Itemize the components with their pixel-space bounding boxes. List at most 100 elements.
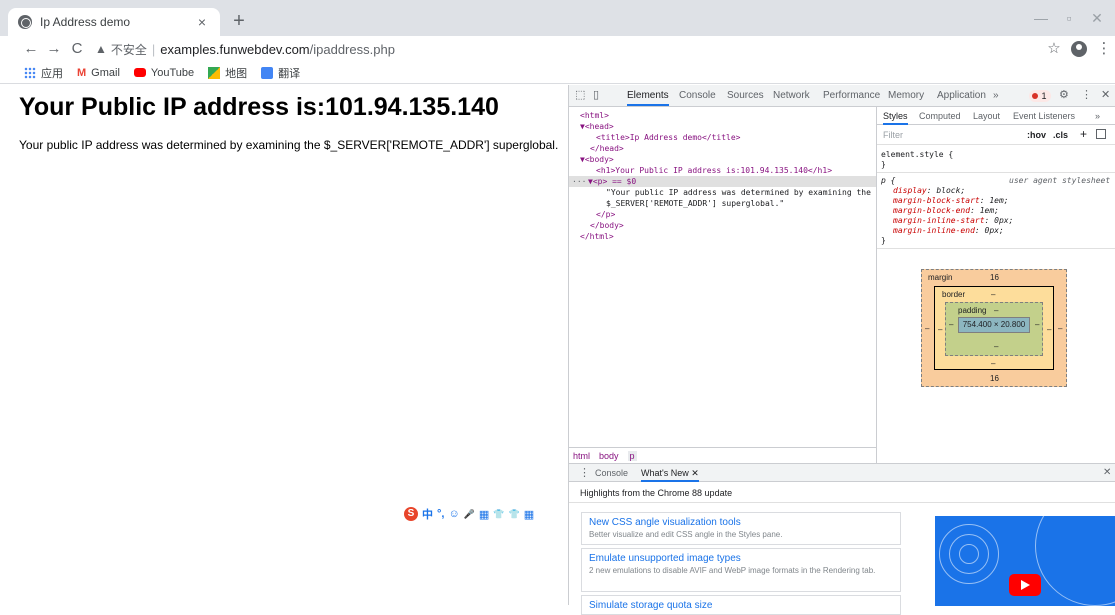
ime-toolbox-icon[interactable]: ▦ xyxy=(524,508,534,521)
margin-left-value[interactable]: – xyxy=(925,324,929,333)
ime-punct-icon[interactable]: °, xyxy=(437,508,444,520)
ime-skin-icon[interactable]: 👕 xyxy=(509,509,520,520)
tab-memory[interactable]: Memory xyxy=(888,85,924,106)
cls-toggle[interactable]: .cls xyxy=(1053,130,1068,140)
rule-selector[interactable]: p { xyxy=(881,176,895,186)
bookmark-star-icon[interactable]: ☆ xyxy=(1043,38,1065,60)
tab-event-listeners[interactable]: Event Listeners xyxy=(1013,109,1075,125)
dom-text-node[interactable]: $_SERVER['REMOTE_ADDR'] superglobal." xyxy=(606,198,784,209)
css-declaration[interactable]: margin-block-end: 1em; xyxy=(893,206,999,216)
browser-tab[interactable]: Ip Address demo × xyxy=(8,8,220,36)
feature-card[interactable]: Emulate unsupported image types 2 new em… xyxy=(581,548,901,592)
dom-text-node[interactable]: "Your public IP address was determined b… xyxy=(606,187,871,198)
dom-node[interactable]: </body> xyxy=(590,220,624,231)
more-styles-tabs-icon[interactable]: » xyxy=(1095,109,1100,125)
styles-filter-input[interactable]: Filter xyxy=(883,130,903,140)
drawer-tab-console[interactable]: Console xyxy=(595,464,628,482)
css-declaration[interactable]: margin-inline-start: 0px; xyxy=(893,216,1013,226)
error-count-badge[interactable]: 1 xyxy=(1029,90,1051,102)
margin-right-value[interactable]: – xyxy=(1058,324,1062,333)
close-drawer-icon[interactable]: ✕ xyxy=(1103,464,1111,482)
ime-mic-icon[interactable]: 🎤 xyxy=(464,509,475,520)
dom-node[interactable]: <html> xyxy=(580,110,609,121)
minimize-icon[interactable]: — xyxy=(1027,8,1055,28)
inspect-element-icon[interactable]: ⬚ xyxy=(575,85,585,106)
close-whats-new-icon[interactable]: ✕ xyxy=(691,468,699,478)
tab-network[interactable]: Network xyxy=(773,85,810,106)
feature-card[interactable]: New CSS angle visualization tools Better… xyxy=(581,512,901,545)
tab-layout[interactable]: Layout xyxy=(973,109,1000,125)
dom-node[interactable]: </head> xyxy=(590,143,624,154)
tab-computed[interactable]: Computed xyxy=(919,109,961,125)
settings-gear-icon[interactable]: ⚙ xyxy=(1059,85,1069,106)
devtools-menu-icon[interactable]: ⋮ xyxy=(1081,85,1092,106)
dom-node[interactable]: <h1>Your Public IP address is:101.94.135… xyxy=(596,165,832,176)
node-dots-icon[interactable]: ··· xyxy=(572,176,586,187)
tab-console[interactable]: Console xyxy=(679,85,716,106)
tab-elements[interactable]: Elements xyxy=(627,85,669,106)
margin-bottom-value[interactable]: 16 xyxy=(990,374,999,383)
dom-node[interactable]: </html> xyxy=(580,231,614,242)
padding-left-value[interactable]: – xyxy=(949,320,953,329)
bookmark-maps[interactable]: 地图 xyxy=(208,65,247,81)
dom-node[interactable]: ▼<body> xyxy=(580,154,614,165)
forward-icon[interactable]: → xyxy=(43,38,65,60)
close-devtools-icon[interactable]: ✕ xyxy=(1101,85,1110,106)
border-bottom-value[interactable]: – xyxy=(991,359,995,368)
youtube-play-icon[interactable] xyxy=(1009,574,1041,596)
css-declaration[interactable]: margin-block-start: 1em; xyxy=(893,196,1009,206)
maximize-icon[interactable]: ▫ xyxy=(1055,8,1083,28)
tab-application[interactable]: Application xyxy=(937,85,986,106)
menu-kebab-icon[interactable]: ⋮ xyxy=(1093,38,1115,60)
tab-performance[interactable]: Performance xyxy=(823,85,880,106)
close-tab-button[interactable]: × xyxy=(194,14,210,30)
feature-title[interactable]: New CSS angle visualization tools xyxy=(589,517,893,528)
bookmark-gmail[interactable]: M Gmail xyxy=(77,67,120,79)
whats-new-video-thumbnail[interactable] xyxy=(935,516,1115,606)
box-model-padding[interactable]: padding – – – – 754.400 × 20.800 xyxy=(945,302,1043,356)
back-icon[interactable]: ← xyxy=(20,38,42,60)
tab-styles[interactable]: Styles xyxy=(883,109,908,125)
bookmark-youtube[interactable]: YouTube xyxy=(133,67,194,79)
css-declaration[interactable]: margin-inline-end: 0px; xyxy=(893,226,1004,236)
ime-keyboard-icon[interactable]: ▦ xyxy=(479,508,489,521)
breadcrumb-p[interactable]: p xyxy=(627,450,637,461)
box-model-content[interactable]: 754.400 × 20.800 xyxy=(958,317,1030,333)
new-rule-icon[interactable]: + xyxy=(1080,127,1087,141)
dom-node[interactable]: </p> xyxy=(596,209,615,220)
margin-top-value[interactable]: 16 xyxy=(990,273,999,282)
tab-sources[interactable]: Sources xyxy=(727,85,764,106)
dom-node[interactable]: <title>Ip Address demo</title> xyxy=(596,132,741,143)
device-toolbar-icon[interactable]: ▯ xyxy=(593,85,599,106)
dom-node-selected[interactable]: ▼<p> == $0 xyxy=(588,176,636,187)
new-tab-button[interactable]: + xyxy=(228,10,250,32)
breadcrumb-body[interactable]: body xyxy=(599,451,619,461)
border-left-value[interactable]: – xyxy=(938,325,942,334)
feature-title[interactable]: Emulate unsupported image types xyxy=(589,553,893,564)
bookmark-apps[interactable]: 应用 xyxy=(24,65,63,81)
element-style-rule[interactable]: element.style { xyxy=(881,150,953,160)
bookmark-translate[interactable]: 翻译 xyxy=(261,65,300,81)
drawer-menu-icon[interactable]: ⋮ xyxy=(579,464,590,482)
feature-card[interactable]: Simulate storage quota size xyxy=(581,595,901,615)
border-top-value[interactable]: – xyxy=(991,290,995,299)
padding-bottom-value[interactable]: – xyxy=(994,342,998,351)
breadcrumb-html[interactable]: html xyxy=(573,451,590,461)
address-bar[interactable]: ▲ 不安全 | examples.funwebdev.com /ipaddres… xyxy=(95,39,975,59)
ime-skin-icon[interactable]: 👕 xyxy=(493,509,504,520)
hov-toggle[interactable]: :hov xyxy=(1027,130,1046,140)
box-model-border[interactable]: border – – – – padding – – – – 754.400 ×… xyxy=(934,286,1054,370)
profile-avatar-icon[interactable] xyxy=(1071,41,1087,57)
css-declaration[interactable]: display: block; xyxy=(893,186,965,196)
sogou-icon[interactable]: S xyxy=(404,507,418,521)
dom-node[interactable]: ▼<head> xyxy=(580,121,614,132)
box-model-margin[interactable]: margin 16 – – 16 border – – – – padding … xyxy=(921,269,1067,387)
border-right-value[interactable]: – xyxy=(1047,325,1051,334)
ime-chinese-mode[interactable]: 中 xyxy=(422,506,433,522)
feature-title[interactable]: Simulate storage quota size xyxy=(589,600,893,611)
more-tabs-icon[interactable]: » xyxy=(993,85,999,106)
ime-emoji-icon[interactable]: ☺ xyxy=(448,508,459,520)
reload-icon[interactable]: C xyxy=(66,38,88,60)
close-window-icon[interactable]: ✕ xyxy=(1083,8,1111,28)
drawer-tab-whats-new[interactable]: What's New ✕ xyxy=(641,464,699,482)
